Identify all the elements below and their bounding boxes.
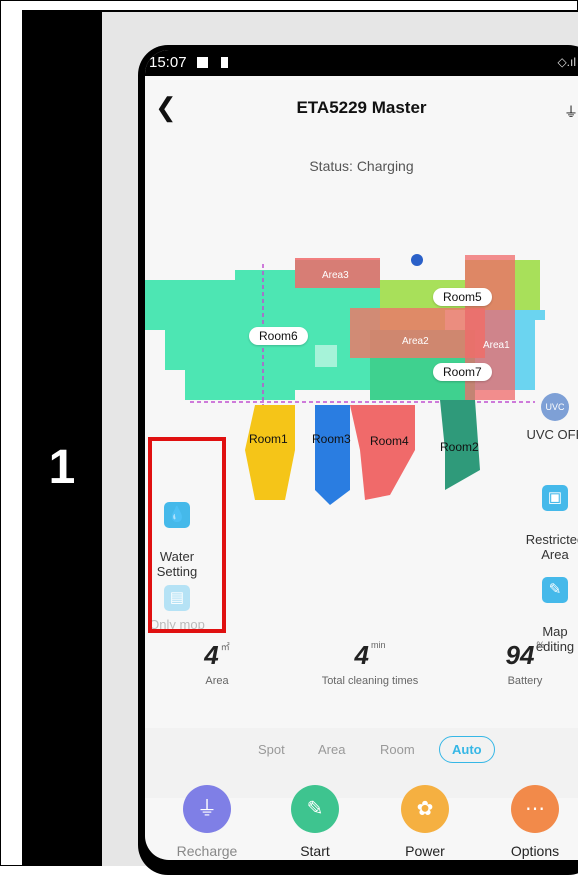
recharge-button[interactable]: ⏚ Recharge [167, 785, 247, 859]
room1-region[interactable] [245, 405, 295, 500]
room3-region[interactable] [315, 405, 350, 505]
room-label-room4[interactable]: Room4 [370, 434, 409, 448]
more-dots-icon: ⋯ [511, 785, 559, 833]
battery-saver-icon [221, 57, 228, 68]
page-title: ETA5229 Master [296, 98, 427, 117]
stat-battery-unit: % [536, 640, 545, 650]
zone-label-area2: Area2 [402, 336, 429, 347]
room-label-room3[interactable]: Room3 [312, 432, 351, 446]
stat-area: 4 ㎡ Area [167, 640, 267, 687]
top-border [22, 0, 578, 12]
mode-room[interactable]: Room [380, 742, 415, 757]
stat-area-label: Area [205, 675, 229, 687]
step-bar [22, 10, 102, 866]
stat-area-unit: ㎡ [220, 642, 230, 652]
fan-icon: ✿ [401, 785, 449, 833]
restricted-area-button[interactable]: ▣ Restricted Area [510, 470, 578, 562]
area2-zone[interactable] [350, 308, 485, 358]
recharge-dock-icon: ⏚ [183, 785, 231, 833]
room4-region[interactable] [350, 405, 415, 500]
stat-time-value: 4 [354, 640, 369, 670]
room-label-room6[interactable]: Room6 [249, 327, 308, 345]
restricted-area-icon: ▣ [542, 485, 568, 511]
mode-auto[interactable]: Auto [439, 736, 495, 763]
status-bar: 15:07 ◇.ıl [145, 50, 578, 76]
stat-area-value: 4 [204, 640, 219, 670]
dock-pattern [315, 345, 337, 367]
options-button[interactable]: ⋯ Options [495, 785, 575, 859]
mode-area[interactable]: Area [318, 742, 345, 757]
upload-icon[interactable]: ⏚ [564, 102, 578, 122]
room-label-room7[interactable]: Room7 [433, 363, 492, 381]
start-button[interactable]: ✎ Start [275, 785, 355, 859]
wifi-signal-icon: ◇.ıl [557, 55, 576, 69]
uvc-icon: UVC [541, 393, 569, 421]
uvc-toggle-button[interactable]: UVC UVC OFF [510, 393, 578, 442]
room-label-room1[interactable]: Room1 [249, 432, 288, 446]
stat-cleaning-time: 4 min Total cleaning times [300, 640, 440, 687]
stat-time-label: Total cleaning times [321, 675, 419, 687]
clock: 15:07 [149, 54, 187, 71]
zone-label-area1: Area1 [483, 340, 510, 351]
edit-pencil-icon: ✎ [542, 577, 568, 603]
stat-battery-value: 94 [505, 640, 535, 670]
status-text: Status: Charging [309, 158, 414, 174]
highlight-box [148, 437, 226, 633]
broom-icon: ✎ [291, 785, 339, 833]
options-label: Options [510, 843, 560, 859]
room-label-room2[interactable]: Room2 [440, 440, 479, 454]
mode-spot[interactable]: Spot [258, 742, 285, 757]
stat-battery: 94% Battery [475, 640, 575, 687]
start-label: Start [300, 843, 330, 859]
zone-label-area3: Area3 [322, 270, 349, 281]
power-label: Power [405, 843, 445, 859]
recharge-label: Recharge [176, 843, 238, 859]
step-number: 1 [48, 441, 76, 494]
image-icon [197, 57, 208, 68]
stat-battery-label: Battery [507, 675, 543, 687]
robot-icon [411, 254, 423, 266]
stat-time-unit: min [370, 640, 386, 650]
restricted-area-label: Restricted Area [525, 532, 578, 562]
uvc-label: UVC OFF [526, 427, 578, 442]
room-label-room5[interactable]: Room5 [433, 288, 492, 306]
power-button[interactable]: ✿ Power [385, 785, 465, 859]
